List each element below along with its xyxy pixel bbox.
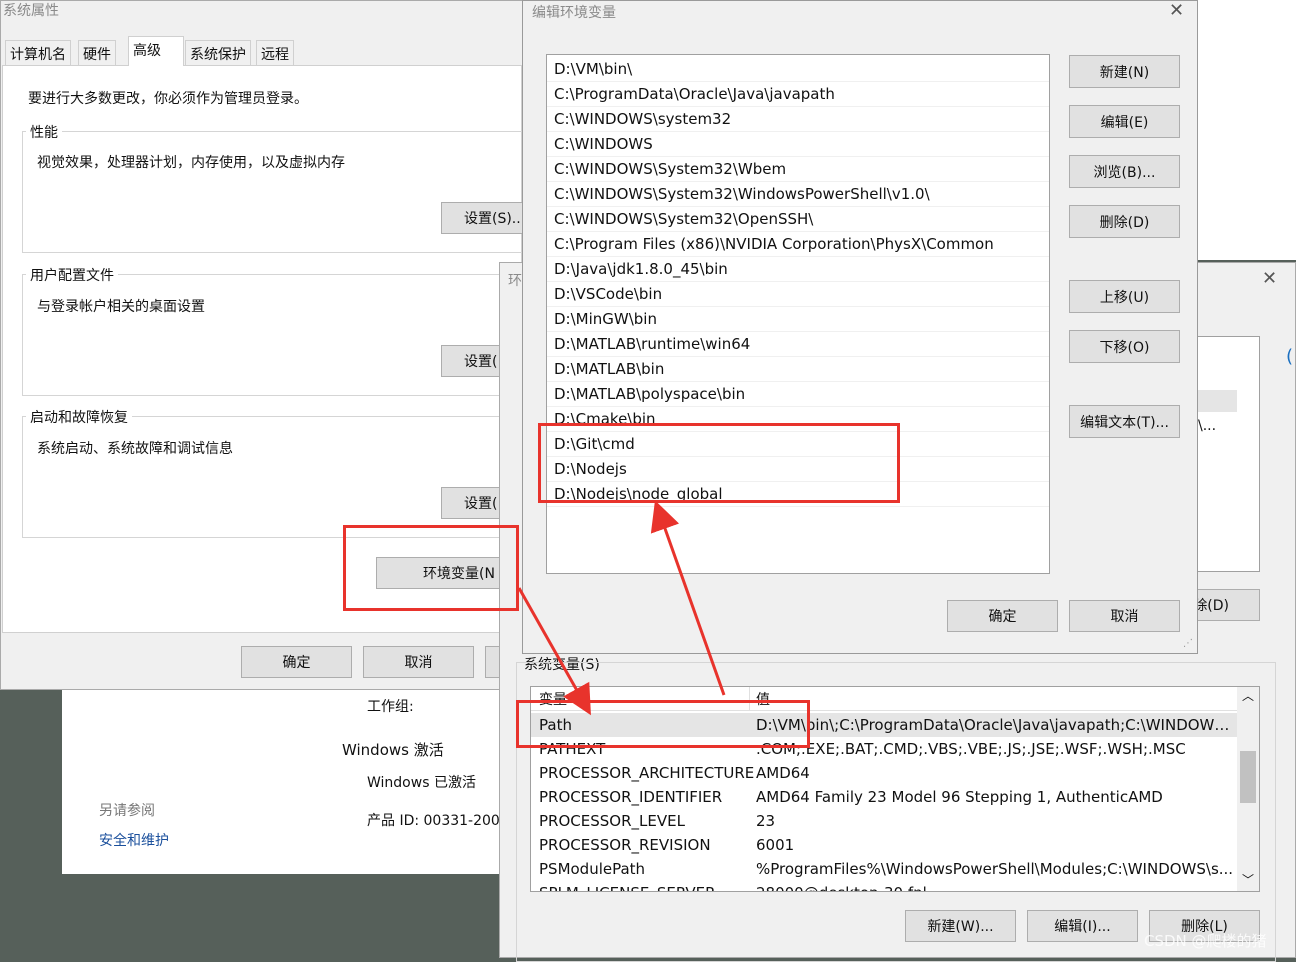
close-icon[interactable]: ✕ <box>1169 0 1184 21</box>
close-icon[interactable]: ✕ <box>1262 268 1277 289</box>
tab-advanced[interactable]: 高级 <box>128 36 184 66</box>
path-edit-button[interactable]: 编辑(E) <box>1069 105 1180 138</box>
list-item[interactable]: C:\WINDOWS\System32\WindowsPowerShell\v1… <box>547 182 1049 207</box>
tab-system-protection[interactable]: 系统保护 <box>185 40 251 65</box>
edit-env-cancel-button[interactable]: 取消 <box>1069 600 1180 632</box>
path-move-up-button[interactable]: 上移(U) <box>1069 280 1180 313</box>
table-row[interactable]: PROCESSOR_IDENTIFIER AMD64 Family 23 Mod… <box>531 785 1237 809</box>
windows-activation-heading: Windows 激活 <box>342 741 444 759</box>
var-value: AMD64 Family 23 Model 96 Stepping 1, Aut… <box>756 788 1163 806</box>
path-move-down-button[interactable]: 下移(O) <box>1069 330 1180 363</box>
list-item[interactable]: D:\MATLAB\polyspace\bin <box>547 382 1049 407</box>
list-item[interactable]: D:\Java\jdk1.8.0_45\bin <box>547 257 1049 282</box>
var-value: %ProgramFiles%\WindowsPowerShell\Modules… <box>756 860 1234 878</box>
scrollbar-thumb[interactable] <box>1240 751 1256 803</box>
var-value: .COM;.EXE;.BAT;.CMD;.VBS;.VBE;.JS;.JSE;.… <box>756 740 1186 758</box>
edit-env-title: 编辑环境变量 <box>532 5 616 21</box>
user-vars-delete-button[interactable]: 除(D) <box>1190 589 1260 621</box>
product-id: 产品 ID: 00331-200 <box>367 813 500 829</box>
system-vars-edit-button[interactable]: 编辑(I)... <box>1027 910 1138 942</box>
edit-env-ok-button[interactable]: 确定 <box>947 600 1058 632</box>
resize-grip-icon[interactable]: ⋰ <box>1183 638 1193 649</box>
performance-group <box>22 131 526 253</box>
path-edit-text-button[interactable]: 编辑文本(T)... <box>1069 405 1180 438</box>
highlight-env-button <box>343 525 519 611</box>
var-name: SPLM_LICENSE_SERVER <box>539 881 716 891</box>
user-vars-selected-row[interactable] <box>1197 390 1237 412</box>
table-row[interactable]: PROCESSOR_REVISION 6001 <box>531 833 1237 857</box>
performance-settings-button[interactable]: 设置(S)... <box>441 202 525 234</box>
tab-computer-name[interactable]: 计算机名 <box>5 40 71 65</box>
user-profiles-group <box>22 274 526 396</box>
windows-activated-status: Windows 已激活 <box>367 775 476 791</box>
table-row[interactable]: SPLM_LICENSE_SERVER 28000@desktop-30.fnl <box>531 881 1237 891</box>
var-value: 6001 <box>756 836 795 854</box>
var-value: 28000@desktop-30.fnl <box>756 881 1234 891</box>
see-also-label: 另请参阅 <box>99 803 155 819</box>
system-vars-new-button[interactable]: 新建(W)... <box>905 910 1016 942</box>
var-name: PROCESSOR_REVISION <box>539 836 711 854</box>
admin-note: 要进行大多数更改，你必须作为管理员登录。 <box>28 91 308 107</box>
table-row[interactable]: PROCESSOR_ARCHITECTURE AMD64 <box>531 761 1237 785</box>
path-new-button[interactable]: 新建(N) <box>1069 55 1180 88</box>
path-delete-button[interactable]: 删除(D) <box>1069 205 1180 238</box>
watermark: CSDN @爬楼的猪 <box>1144 932 1267 950</box>
user-vars-list <box>1196 336 1260 572</box>
scroll-down-icon[interactable]: ﹀ <box>1242 871 1254 888</box>
startup-desc: 系统启动、系统故障和调试信息 <box>37 441 233 457</box>
var-name: PSModulePath <box>539 860 646 878</box>
scrollbar[interactable]: ︿ ﹀ <box>1237 687 1259 891</box>
highlight-path-row <box>516 700 810 748</box>
security-link[interactable]: 安全和维护 <box>99 830 169 850</box>
list-item[interactable]: D:\MATLAB\bin <box>547 357 1049 382</box>
system-properties-cancel-button[interactable]: 取消 <box>363 646 474 678</box>
list-item[interactable]: D:\VM\bin\ <box>547 57 1049 82</box>
system-properties-ok-button[interactable]: 确定 <box>241 646 352 678</box>
user-profiles-desc: 与登录帐户相关的桌面设置 <box>37 299 205 315</box>
workgroup-label: 工作组: <box>367 699 414 715</box>
list-item[interactable]: D:\MinGW\bin <box>547 307 1049 332</box>
system-properties-title: 系统属性 <box>3 3 59 19</box>
table-row[interactable]: PROCESSOR_LEVEL 23 <box>531 809 1237 833</box>
var-name: PROCESSOR_ARCHITECTURE <box>539 764 755 782</box>
path-browse-button[interactable]: 浏览(B)... <box>1069 155 1180 188</box>
list-item[interactable]: C:\ProgramData\Oracle\Java\javapath <box>547 82 1049 107</box>
scroll-up-icon[interactable]: ︿ <box>1242 687 1254 704</box>
list-item[interactable]: D:\MATLAB\runtime\win64 <box>547 332 1049 357</box>
list-item[interactable]: C:\WINDOWS\system32 <box>547 107 1049 132</box>
list-item[interactable]: C:\WINDOWS\System32\OpenSSH\ <box>547 207 1049 232</box>
user-profiles-legend: 用户配置文件 <box>26 265 118 285</box>
performance-desc: 视觉效果，处理器计划，内存使用，以及虚拟内存 <box>37 155 345 171</box>
var-value: AMD64 <box>756 764 810 782</box>
table-row[interactable]: PSModulePath %ProgramFiles%\WindowsPower… <box>531 857 1237 881</box>
environment-variables-title: 环 <box>508 273 522 289</box>
user-var-partial: \... <box>1198 418 1217 434</box>
highlight-node-paths <box>538 423 900 503</box>
startup-group <box>22 416 526 538</box>
list-item[interactable]: D:\VSCode\bin <box>547 282 1049 307</box>
background-window-right <box>1196 0 1296 260</box>
list-item[interactable]: C:\WINDOWS <box>547 132 1049 157</box>
var-value: D:\VM\bin\;C:\ProgramData\Oracle\Java\ja… <box>756 716 1234 734</box>
tab-hardware[interactable]: 硬件 <box>78 40 116 65</box>
var-name: PROCESSOR_IDENTIFIER <box>539 788 723 806</box>
list-item[interactable]: C:\Program Files (x86)\NVIDIA Corporatio… <box>547 232 1049 257</box>
partial-circle-icon: ( <box>1286 346 1294 367</box>
performance-legend: 性能 <box>26 122 62 142</box>
var-name: PROCESSOR_LEVEL <box>539 812 685 830</box>
var-value: 23 <box>756 812 776 830</box>
startup-legend: 启动和故障恢复 <box>26 407 132 427</box>
list-item[interactable]: C:\WINDOWS\System32\Wbem <box>547 157 1049 182</box>
tab-remote[interactable]: 远程 <box>256 40 294 65</box>
